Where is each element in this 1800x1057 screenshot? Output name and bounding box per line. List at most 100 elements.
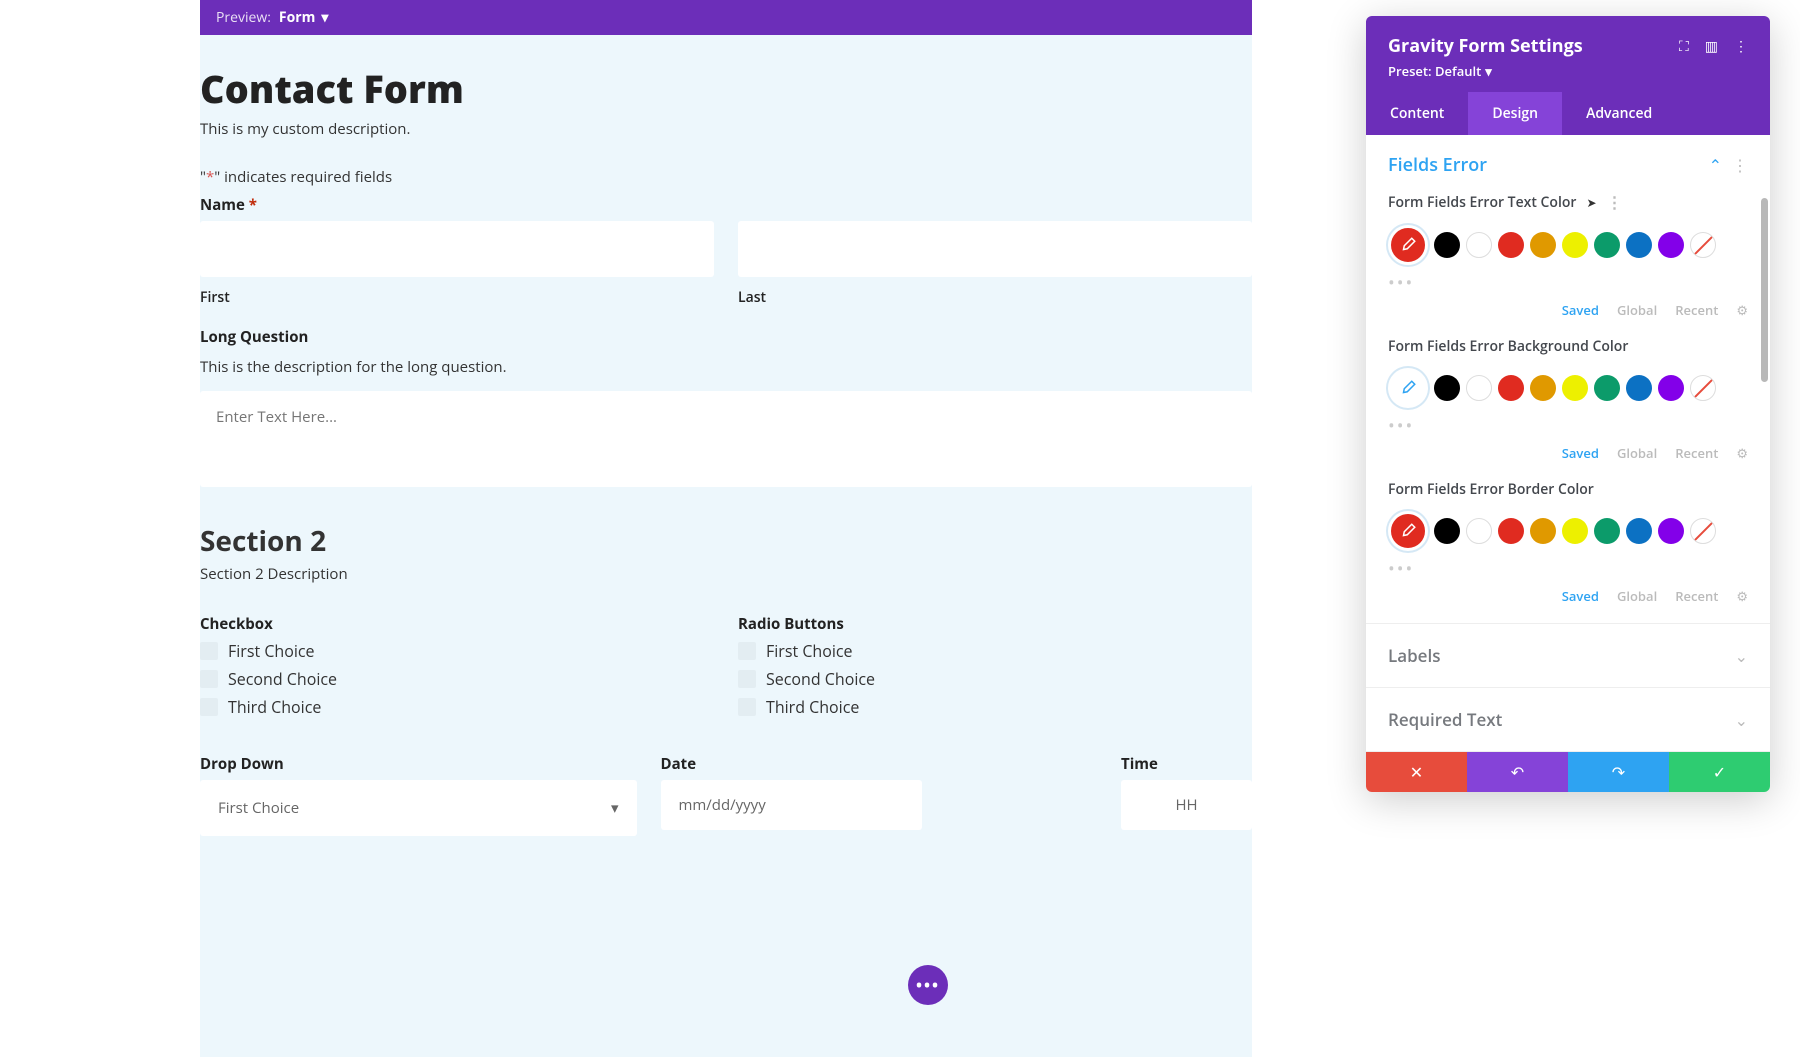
panel-header: Gravity Form Settings ⛶ ▥ ⋮ Preset: Defa… <box>1366 16 1770 92</box>
tab-design[interactable]: Design <box>1468 92 1562 135</box>
color-swatch[interactable] <box>1530 232 1556 258</box>
undo-button[interactable]: ↶ <box>1467 752 1568 792</box>
color-swatch[interactable] <box>1498 375 1524 401</box>
color-swatch[interactable] <box>1594 375 1620 401</box>
checkbox-option[interactable]: Second Choice <box>200 668 714 690</box>
cat-recent[interactable]: Recent <box>1675 301 1718 319</box>
preset-selector[interactable]: Preset: Default▾ <box>1388 62 1748 80</box>
checkbox-option[interactable]: First Choice <box>200 640 714 662</box>
checkbox-icon <box>200 670 218 688</box>
expand-icon[interactable]: ⛶ <box>1679 37 1689 56</box>
form-description: This is my custom description. <box>200 119 1252 139</box>
color-swatch-none[interactable] <box>1690 232 1716 258</box>
last-name-input[interactable] <box>738 221 1252 277</box>
form-title: Contact Form <box>200 63 1252 115</box>
cat-saved[interactable]: Saved <box>1562 587 1599 605</box>
error-text-color-block: Form Fields Error Text Color ➤ ⋮ ••• <box>1366 191 1770 337</box>
color-label: Form Fields Error Border Color <box>1388 480 1594 499</box>
scrollbar[interactable] <box>1761 198 1768 382</box>
tab-advanced[interactable]: Advanced <box>1562 92 1676 135</box>
color-label: Form Fields Error Text Color <box>1388 193 1576 212</box>
time-label: Time <box>1121 754 1252 774</box>
preview-bar[interactable]: Preview: Form ▾ <box>200 0 1252 35</box>
radio-option[interactable]: First Choice <box>738 640 1252 662</box>
date-label: Date <box>661 754 1098 774</box>
labels-section[interactable]: Labels ⌄ <box>1366 623 1770 687</box>
radio-label: Radio Buttons <box>738 614 1252 634</box>
color-swatch[interactable] <box>1594 232 1620 258</box>
color-swatch[interactable] <box>1594 518 1620 544</box>
radio-option[interactable]: Third Choice <box>738 696 1252 718</box>
radio-icon <box>738 698 756 716</box>
kebab-icon[interactable]: ⋮ <box>1734 37 1748 56</box>
kebab-icon[interactable]: ⋮ <box>1732 154 1748 176</box>
color-swatch[interactable] <box>1562 232 1588 258</box>
checkbox-label: Checkbox <box>200 614 714 634</box>
settings-panel: Gravity Form Settings ⛶ ▥ ⋮ Preset: Defa… <box>1366 16 1770 792</box>
color-swatch[interactable] <box>1434 375 1460 401</box>
more-dots-icon[interactable]: ••• <box>1388 414 1748 438</box>
chevron-up-icon[interactable]: ⌃ <box>1709 154 1722 176</box>
gear-icon[interactable]: ⚙ <box>1736 587 1748 605</box>
color-swatch[interactable] <box>1530 375 1556 401</box>
dropdown-select[interactable]: First Choice ▾ <box>200 780 637 836</box>
color-swatch[interactable] <box>1562 375 1588 401</box>
picked-color[interactable] <box>1388 511 1428 551</box>
date-input[interactable]: mm/dd/yyyy <box>661 780 923 830</box>
close-button[interactable]: ✕ <box>1366 752 1467 792</box>
panel-body[interactable]: Fields Error ⌃ ⋮ Form Fields Error Text … <box>1366 135 1770 752</box>
gear-icon[interactable]: ⚙ <box>1736 444 1748 462</box>
redo-button[interactable]: ↷ <box>1568 752 1669 792</box>
color-swatch[interactable] <box>1434 232 1460 258</box>
color-swatch[interactable] <box>1626 232 1652 258</box>
picked-color[interactable] <box>1388 368 1428 408</box>
radio-option[interactable]: Second Choice <box>738 668 1252 690</box>
cat-saved[interactable]: Saved <box>1562 301 1599 319</box>
more-dots-icon[interactable]: ••• <box>1388 271 1748 295</box>
save-button[interactable]: ✓ <box>1669 752 1770 792</box>
color-swatch[interactable] <box>1658 232 1684 258</box>
required-text-section[interactable]: Required Text ⌄ <box>1366 687 1770 751</box>
color-swatch[interactable] <box>1498 232 1524 258</box>
kebab-icon[interactable]: ⋮ <box>1607 191 1623 213</box>
columns-icon[interactable]: ▥ <box>1705 37 1718 56</box>
dropdown-label: Drop Down <box>200 754 637 774</box>
gear-icon[interactable]: ⚙ <box>1736 301 1748 319</box>
cat-global[interactable]: Global <box>1617 587 1657 605</box>
color-swatch[interactable] <box>1626 375 1652 401</box>
chevron-down-icon: ▾ <box>321 8 328 27</box>
cat-recent[interactable]: Recent <box>1675 587 1718 605</box>
color-swatch[interactable] <box>1466 518 1492 544</box>
color-swatch[interactable] <box>1434 518 1460 544</box>
long-question-textarea[interactable] <box>200 391 1252 487</box>
checkbox-icon <box>200 642 218 660</box>
color-swatch[interactable] <box>1626 518 1652 544</box>
more-dots-icon[interactable]: ••• <box>1388 557 1748 581</box>
color-swatch[interactable] <box>1530 518 1556 544</box>
tab-content[interactable]: Content <box>1366 92 1468 135</box>
checkbox-option[interactable]: Third Choice <box>200 696 714 718</box>
color-swatch[interactable] <box>1466 232 1492 258</box>
panel-title: Gravity Form Settings <box>1388 34 1583 58</box>
color-swatch[interactable] <box>1498 518 1524 544</box>
cat-recent[interactable]: Recent <box>1675 444 1718 462</box>
name-label: Name * <box>200 195 1252 215</box>
color-swatch[interactable] <box>1658 375 1684 401</box>
color-swatch[interactable] <box>1466 375 1492 401</box>
color-swatch[interactable] <box>1658 518 1684 544</box>
section-2-desc: Section 2 Description <box>200 564 1252 584</box>
more-fab-button[interactable]: ••• <box>908 965 948 1005</box>
time-hh-input[interactable]: HH <box>1121 780 1252 830</box>
color-swatch-none[interactable] <box>1690 518 1716 544</box>
cat-global[interactable]: Global <box>1617 444 1657 462</box>
fields-error-section-header[interactable]: Fields Error ⌃ ⋮ <box>1366 135 1770 191</box>
picked-color[interactable] <box>1388 225 1428 265</box>
error-border-color-block: Form Fields Error Border Color ••• Saved <box>1366 480 1770 623</box>
preview-value: Form <box>279 8 315 27</box>
cat-saved[interactable]: Saved <box>1562 444 1599 462</box>
color-swatch-none[interactable] <box>1690 375 1716 401</box>
first-name-input[interactable] <box>200 221 714 277</box>
cat-global[interactable]: Global <box>1617 301 1657 319</box>
color-swatch[interactable] <box>1562 518 1588 544</box>
radio-icon <box>738 642 756 660</box>
